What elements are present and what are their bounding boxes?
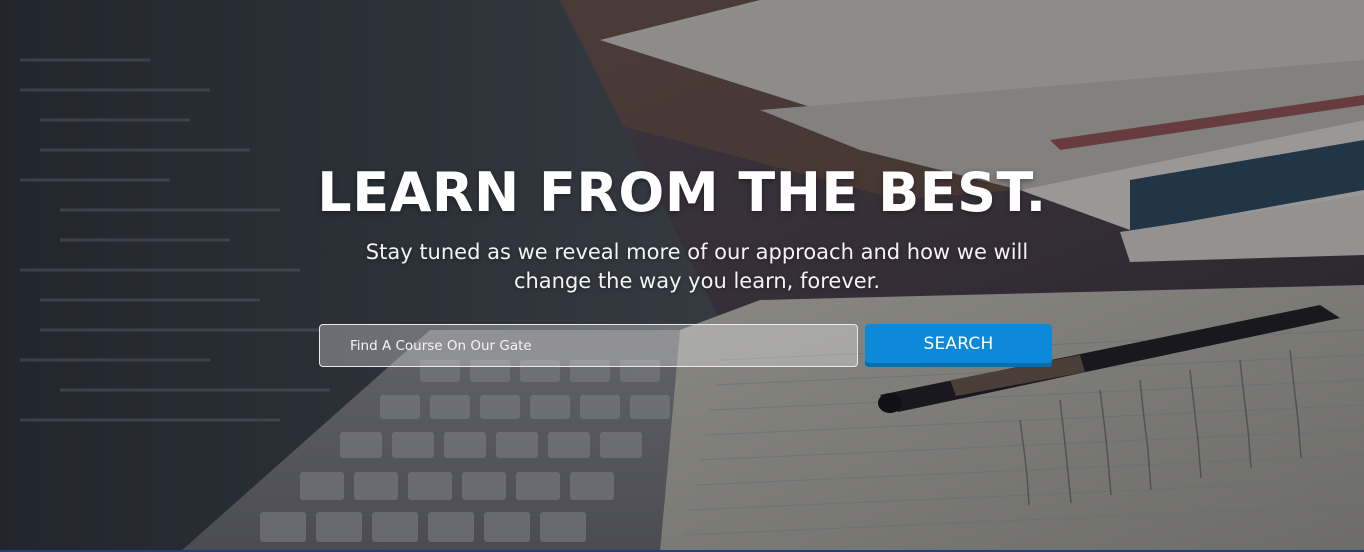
search-button[interactable]: SEARCH [865, 324, 1052, 367]
hero-section: LEARN FROM THE BEST. Stay tuned as we re… [0, 0, 1364, 552]
hero-subtitle: Stay tuned as we reveal more of our appr… [365, 240, 1029, 293]
course-search-input[interactable] [319, 324, 858, 367]
hero-headline: LEARN FROM THE BEST. [317, 161, 1047, 224]
hero-content: LEARN FROM THE BEST. Stay tuned as we re… [0, 0, 1364, 552]
